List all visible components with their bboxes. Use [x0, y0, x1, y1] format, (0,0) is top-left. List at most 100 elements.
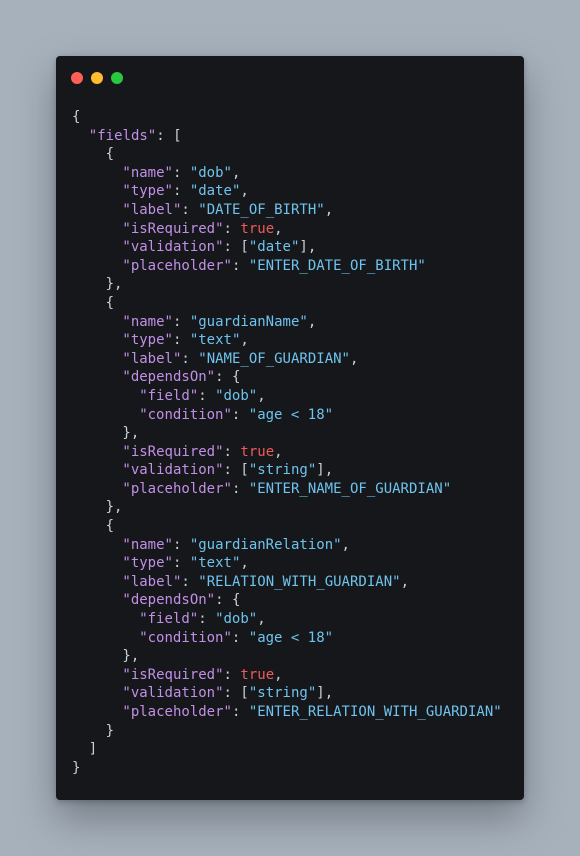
json-punctuation: }, — [105, 276, 123, 293]
json-punctuation: { — [105, 146, 115, 163]
json-string: "RELATION_WITH_GUARDIAN" — [198, 573, 401, 590]
json-string: "guardianRelation" — [189, 536, 342, 553]
json-boolean: true — [240, 443, 275, 460]
json-boolean: true — [240, 666, 275, 683]
json-key: "dependsOn" — [122, 369, 216, 386]
json-punctuation: : — [231, 704, 249, 720]
json-punctuation: , — [231, 164, 241, 181]
code-line: "validation": ["string"], — [72, 461, 502, 480]
json-punctuation: : — [172, 183, 190, 200]
json-punctuation: : — [223, 443, 241, 460]
json-punctuation: , — [341, 536, 350, 553]
json-punctuation: , — [257, 387, 266, 404]
code-line: }, — [72, 498, 502, 517]
json-string: "age < 18" — [248, 406, 334, 423]
json-key: "name" — [122, 313, 173, 330]
code-line: "condition": "age < 18" — [72, 629, 502, 648]
json-string: "text" — [189, 555, 241, 572]
code-line: "label": "NAME_OF_GUARDIAN", — [72, 350, 502, 369]
json-key: "label" — [122, 350, 182, 367]
json-string: "ENTER_RELATION_WITH_GUARDIAN" — [248, 704, 502, 720]
maximize-button[interactable] — [111, 72, 123, 84]
json-punctuation: ] — [88, 741, 98, 758]
json-punctuation: : — [172, 313, 190, 330]
code-line: "condition": "age < 18" — [72, 406, 502, 425]
code-window: {"fields": [{"name": "dob", "type": "date… — [56, 56, 524, 800]
json-punctuation: , — [274, 666, 283, 683]
json-string: "age < 18" — [248, 629, 334, 646]
json-string: "string" — [248, 685, 317, 702]
json-punctuation: : — [231, 629, 249, 646]
json-punctuation: , — [307, 313, 317, 330]
json-string: "ENTER_DATE_OF_BIRTH" — [248, 257, 426, 274]
code-line: } — [72, 759, 502, 778]
json-key: "condition" — [139, 406, 232, 423]
json-key: "type" — [122, 332, 173, 349]
code-line: }, — [72, 275, 502, 294]
code-line: "field": "dob", — [72, 610, 502, 629]
json-punctuation: : [ — [156, 127, 182, 144]
json-key: "name" — [122, 536, 173, 553]
json-string: "dob" — [189, 164, 232, 181]
code-line: "field": "dob", — [72, 387, 502, 406]
code-line: "label": "RELATION_WITH_GUARDIAN", — [72, 573, 502, 592]
minimize-button[interactable] — [91, 72, 103, 84]
json-string: "string" — [248, 462, 317, 479]
json-punctuation: , — [257, 611, 266, 628]
code-line: }, — [72, 647, 502, 666]
json-punctuation: , — [274, 220, 283, 237]
json-punctuation: : — [181, 201, 199, 218]
code-line: }, — [72, 424, 502, 443]
json-punctuation: } — [105, 722, 115, 739]
code-line: "validation": ["string"], — [72, 684, 502, 703]
json-punctuation: }, — [105, 499, 123, 516]
json-string: "guardianName" — [189, 313, 308, 330]
code-line: "name": "guardianRelation", — [72, 536, 502, 555]
code-line: ] — [72, 740, 502, 759]
json-string: "DATE_OF_BIRTH" — [198, 201, 325, 218]
json-punctuation: : — [181, 350, 199, 367]
json-punctuation: : { — [215, 369, 241, 386]
code-line: "isRequired": true, — [72, 666, 502, 685]
json-punctuation: : — [172, 164, 190, 181]
code-line: "name": "dob", — [72, 164, 502, 183]
json-key: "placeholder" — [122, 480, 232, 497]
json-key: "field" — [139, 387, 199, 404]
json-punctuation: { — [105, 294, 115, 311]
json-key: "condition" — [139, 629, 232, 646]
close-button[interactable] — [71, 72, 83, 84]
json-punctuation: }, — [122, 425, 140, 442]
json-punctuation: : [ — [223, 685, 249, 702]
code-line: } — [72, 722, 502, 741]
window-controls — [71, 72, 123, 84]
json-punctuation: , — [240, 555, 249, 572]
code-block: {"fields": [{"name": "dob", "type": "date… — [72, 108, 502, 777]
code-line: { — [72, 294, 502, 313]
json-punctuation: : — [231, 480, 249, 497]
code-line: "fields": [ — [72, 127, 502, 146]
json-punctuation: : [ — [223, 239, 249, 256]
code-line: "placeholder": "ENTER_DATE_OF_BIRTH" — [72, 257, 502, 276]
json-key: "validation" — [122, 239, 224, 256]
json-punctuation: : — [198, 387, 216, 404]
code-line: { — [72, 517, 502, 536]
code-line: "dependsOn": { — [72, 368, 502, 387]
json-punctuation: } — [72, 759, 81, 776]
json-string: "dob" — [215, 611, 258, 628]
json-punctuation: : — [172, 332, 190, 349]
json-punctuation: : — [231, 257, 249, 274]
json-key: "isRequired" — [122, 443, 224, 460]
json-key: "type" — [122, 555, 173, 572]
code-line: "name": "guardianName", — [72, 313, 502, 332]
json-punctuation: : — [172, 536, 190, 553]
json-key: "field" — [139, 611, 199, 628]
json-punctuation: , — [324, 201, 334, 218]
json-string: "dob" — [215, 387, 258, 404]
json-punctuation: { — [72, 109, 81, 125]
code-line: "type": "text", — [72, 554, 502, 573]
code-line: "type": "date", — [72, 182, 502, 201]
json-boolean: true — [240, 220, 275, 237]
code-line: "type": "text", — [72, 331, 502, 350]
json-punctuation: }, — [122, 648, 140, 665]
json-punctuation: : — [181, 573, 199, 590]
